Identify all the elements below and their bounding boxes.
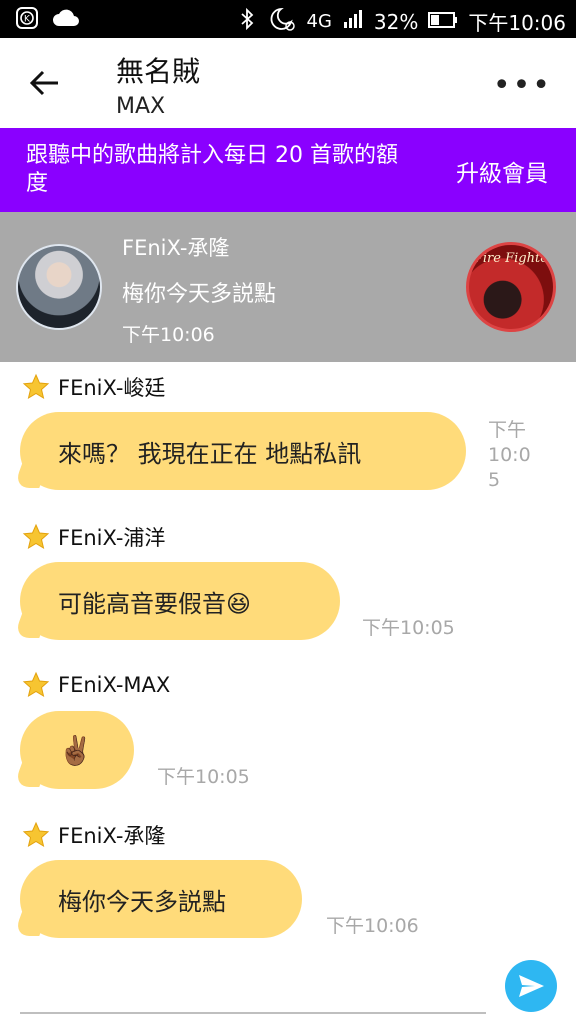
message-text: 來嗎？ 我現在正在 地點私訊 (58, 439, 362, 468)
back-arrow-icon[interactable] (28, 66, 62, 100)
status-time: 下午10:06 (468, 11, 566, 35)
network-type: 4G (306, 11, 332, 32)
message-time: 下午 10:0 5 (488, 419, 531, 491)
page-subtitle: MAX (116, 94, 166, 119)
sender-name: FEniX-峻廷 (58, 376, 166, 400)
upgrade-banner: 跟聽中的歌曲將計入每日 20 首歌的額度 升級會員 (0, 128, 576, 212)
send-button[interactable] (505, 960, 557, 1012)
message-bubble[interactable]: 可能高音要假音😆 (20, 562, 340, 640)
now-playing-avatar (16, 244, 102, 330)
star-badge-icon (22, 671, 50, 698)
bluetooth-icon (235, 7, 259, 36)
status-bar: K 4G 32% 下午10:06 (0, 0, 576, 38)
more-options-icon[interactable]: ••• (493, 68, 552, 103)
app-bar: 無名賊 MAX ••• (0, 38, 576, 128)
sender-name: FEniX-MAX (58, 673, 171, 697)
album-title: Fire Fighter (473, 251, 555, 266)
star-badge-icon (22, 821, 50, 848)
banner-text: 跟聽中的歌曲將計入每日 20 首歌的額度 (26, 143, 398, 196)
battery-icon (428, 10, 458, 34)
now-playing-message: 梅你今天多説點 (122, 282, 277, 307)
app-k-icon: K (16, 7, 38, 33)
message-time: 下午10:05 (157, 766, 250, 788)
now-playing-time: 下午10:06 (122, 324, 215, 346)
sender-name: FEniX-承隆 (58, 824, 166, 848)
star-badge-icon (22, 523, 50, 550)
message-input-underline[interactable] (20, 1012, 486, 1014)
message-time: 下午10:05 (362, 617, 455, 639)
message-text: 可能高音要假音😆 (58, 589, 252, 618)
cloud-icon (52, 8, 80, 32)
sender-name: FEniX-浦洋 (58, 526, 166, 550)
message-bubble[interactable]: ✌🏾 (20, 711, 134, 789)
moon-alarm-icon (269, 6, 297, 37)
message-bubble[interactable]: 梅你今天多説點 (20, 860, 302, 938)
send-icon (519, 975, 544, 997)
upgrade-button[interactable]: 升級會員 (456, 154, 548, 188)
star-badge-icon (22, 373, 50, 400)
now-playing-card[interactable]: FEniX-承隆 梅你今天多説點 下午10:06 Fire Fighter (0, 212, 576, 362)
message-time: 下午10:06 (326, 915, 419, 937)
battery-percent: 32% (373, 9, 419, 34)
album-cover[interactable]: Fire Fighter (466, 242, 556, 332)
message-text: 梅你今天多説點 (58, 887, 226, 916)
message-text: ✌🏾 (58, 733, 93, 767)
now-playing-name: FEniX-承隆 (122, 236, 230, 260)
signal-icon (342, 9, 364, 34)
page-title: 無名賊 (116, 55, 201, 88)
message-bubble[interactable]: 來嗎？ 我現在正在 地點私訊 (20, 412, 466, 490)
